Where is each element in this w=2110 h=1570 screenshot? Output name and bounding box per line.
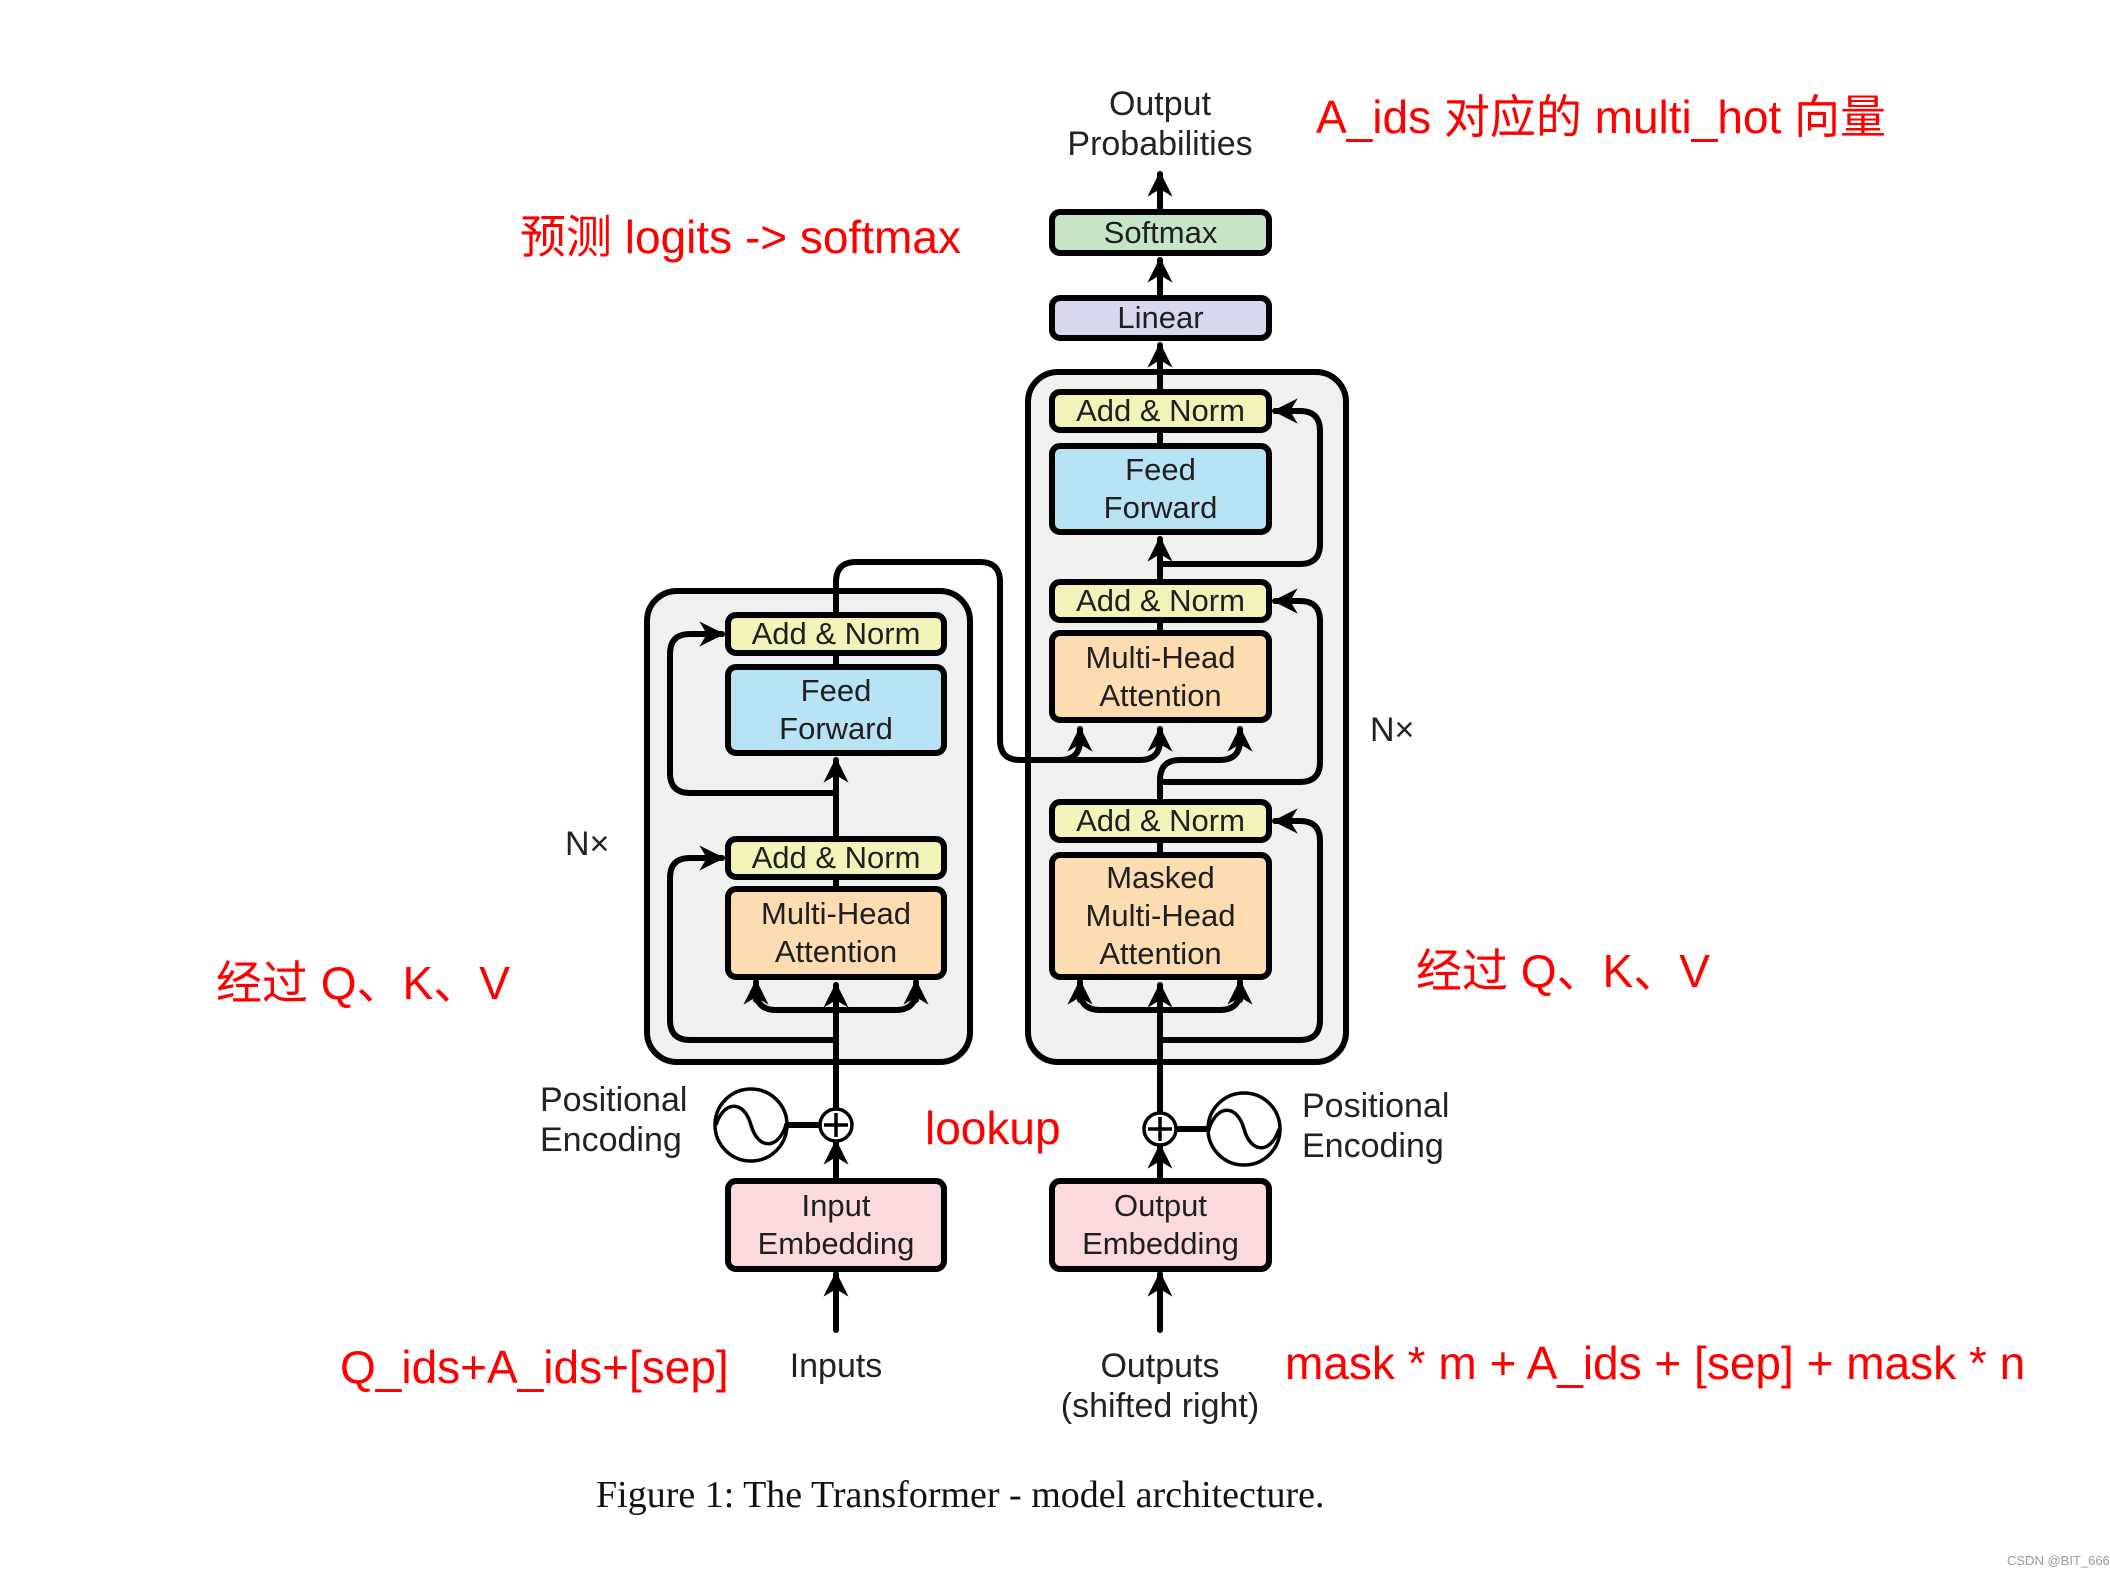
- annotation-qkv-left: 经过 Q、K、V: [216, 957, 510, 1009]
- outputs-line-2: (shifted right): [1060, 1387, 1260, 1425]
- decoder-add-norm-1-label: Add & Norm: [1076, 393, 1245, 428]
- decoder-masked-line-1: Masked: [1106, 860, 1215, 895]
- encoder-mha-label: Multi-Head Attention: [728, 889, 944, 977]
- encoder-block: [644, 588, 973, 1065]
- input-embedding-line-1: Input: [801, 1188, 871, 1223]
- encoder-positional-encoding-label: Positional Encoding: [540, 1080, 687, 1160]
- outputs-label: Outputs (shifted right): [1040, 1346, 1280, 1426]
- encoder-add-norm-1-label: Add & Norm: [751, 616, 921, 651]
- annotation-output-target: A_ids 对应的 multi_hot 向量: [1316, 91, 1887, 143]
- decoder-pe-line-2: Encoding: [1302, 1127, 1444, 1165]
- output-embedding-label: Output Embedding: [1052, 1181, 1269, 1269]
- output-embedding-line-1: Output: [1113, 1188, 1208, 1223]
- decoder-nx-label: N×: [1370, 711, 1415, 749]
- encoder-ff-line-1: Feed: [800, 673, 872, 708]
- output-probabilities-line-1: Output: [1108, 85, 1212, 123]
- figure-caption: Figure 1: The Transformer - model archit…: [596, 1474, 1325, 1516]
- output-embedding-line-2: Embedding: [1082, 1226, 1239, 1261]
- decoder-feed-forward-label: Feed Forward: [1052, 446, 1269, 532]
- output-probabilities-label: Output Probabilities: [1040, 84, 1280, 164]
- encoder-add-icon: [818, 1107, 854, 1143]
- encoder-mha-line-2: Attention: [774, 934, 898, 969]
- decoder-mha-line-1: Multi-Head: [1085, 639, 1236, 675]
- output-probabilities-line-2: Probabilities: [1067, 125, 1253, 163]
- decoder-mha-line-2: Attention: [1099, 677, 1222, 713]
- input-embedding-label: Input Embedding: [728, 1181, 944, 1269]
- watermark: CSDN @BIT_666: [2007, 1553, 2110, 1568]
- decoder-pe-line-1: Positional: [1302, 1087, 1450, 1125]
- outputs-line-1: Outputs: [1100, 1347, 1220, 1385]
- decoder-ff-line-2: Forward: [1103, 490, 1218, 525]
- decoder-mha-label: Multi-Head Attention: [1052, 633, 1269, 720]
- encoder-add-norm-2-label: Add & Norm: [751, 840, 921, 875]
- decoder-ff-line-1: Feed: [1125, 452, 1196, 487]
- input-embedding-line-2: Embedding: [757, 1226, 915, 1261]
- encoder-ff-line-2: Forward: [779, 711, 893, 746]
- annotation-lookup: lookup: [925, 1102, 1061, 1154]
- encoder-pe-line-2: Encoding: [540, 1121, 682, 1159]
- encoder-nx-label: N×: [565, 825, 610, 863]
- annotation-qkv-right: 经过 Q、K、V: [1416, 945, 1710, 997]
- decoder-masked-line-2: Multi-Head: [1085, 898, 1236, 933]
- linear-label: Linear: [1117, 300, 1204, 335]
- annotation-output-ids: mask * m + A_ids + [sep] + mask * n: [1285, 1337, 2026, 1389]
- annotation-input-ids: Q_ids+A_ids+[sep]: [340, 1341, 729, 1393]
- inputs-label: Inputs: [789, 1347, 883, 1385]
- decoder-masked-line-3: Attention: [1099, 936, 1222, 971]
- encoder-mha-line-1: Multi-Head: [761, 896, 911, 931]
- encoder-sine-wave-icon: [713, 1087, 789, 1163]
- encoder-pe-line-1: Positional: [540, 1081, 688, 1119]
- decoder-positional-encoding-label: Positional Encoding: [1302, 1086, 1449, 1166]
- encoder-feed-forward-label: Feed Forward: [728, 667, 944, 753]
- decoder-add-norm-2-label: Add & Norm: [1076, 583, 1245, 618]
- softmax-label: Softmax: [1103, 214, 1218, 250]
- decoder-add-icon: [1142, 1111, 1178, 1147]
- decoder-add-norm-3-label: Add & Norm: [1076, 803, 1245, 838]
- decoder-masked-mha-label: Masked Multi-Head Attention: [1052, 855, 1269, 977]
- decoder-sine-wave-icon: [1206, 1091, 1282, 1167]
- annotation-predict: 预测 logits -> softmax: [520, 211, 961, 263]
